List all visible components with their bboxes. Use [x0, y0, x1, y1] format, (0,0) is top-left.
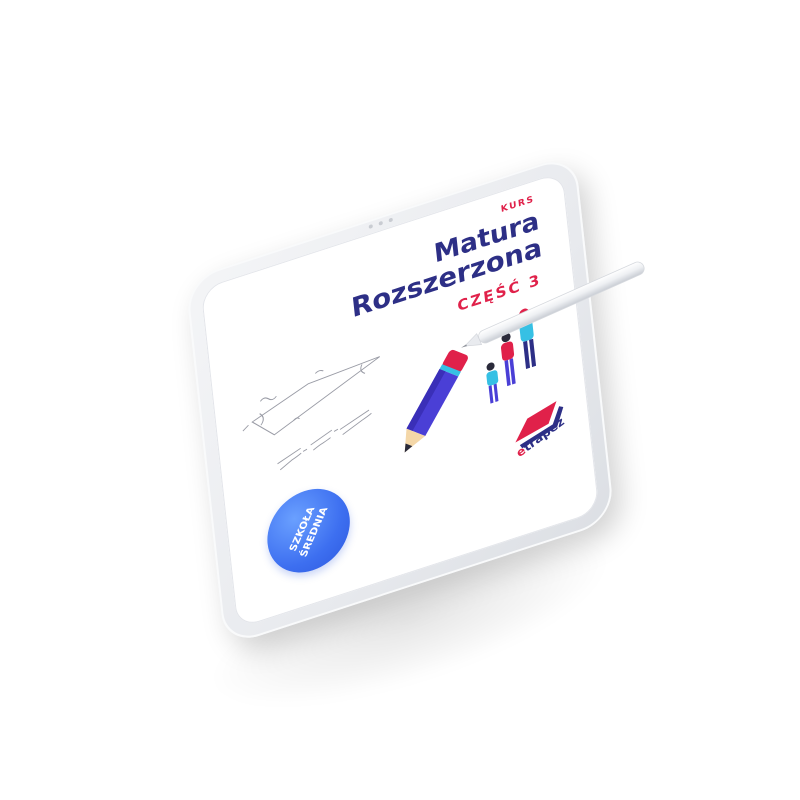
product-render: KURS Matura Rozszerzona CZĘŚĆ 3 etrapez … — [0, 0, 800, 800]
stylus-icon — [461, 261, 645, 348]
badge-text: SZKOŁA ŚREDNIA — [286, 503, 331, 559]
school-level-badge: SZKOŁA ŚREDNIA — [263, 477, 354, 584]
